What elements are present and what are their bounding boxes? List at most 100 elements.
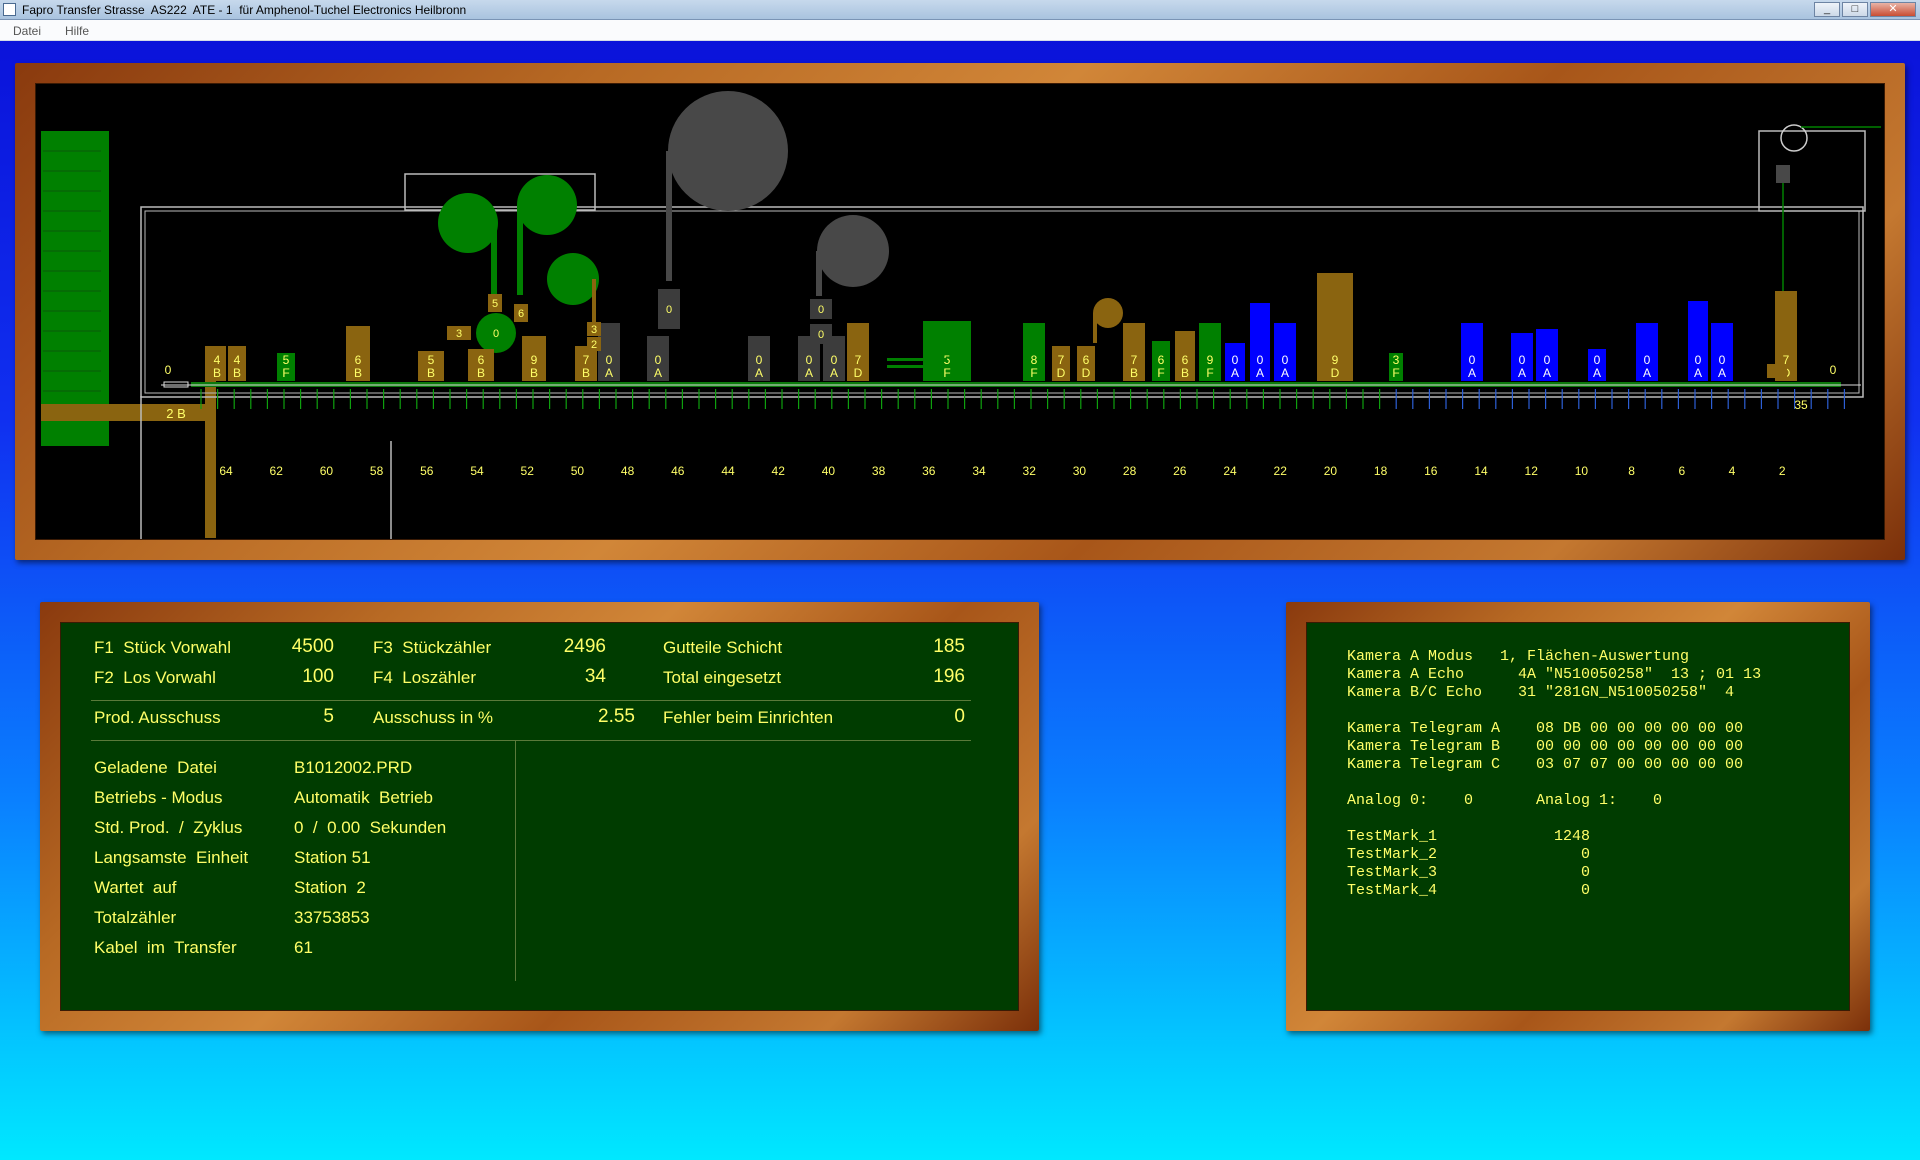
workpiece-number: 7 <box>1058 353 1065 367</box>
camera-line: TestMark_1 1248 <box>1347 828 1591 845</box>
workpiece-letter: B <box>233 366 241 380</box>
station-number: 4 <box>1729 464 1736 478</box>
station-number: 52 <box>521 464 535 478</box>
station-number: 36 <box>922 464 936 478</box>
total-eingesetzt-label: Total eingesetzt <box>663 668 782 687</box>
station-marker: 35 <box>1794 398 1808 412</box>
f4-value: 34 <box>584 666 606 687</box>
station-number: 24 <box>1223 464 1237 478</box>
left-zero-label: 0 <box>165 363 172 377</box>
station-number: 46 <box>671 464 685 478</box>
camera-line: Kamera Telegram A 08 DB 00 00 00 00 00 0… <box>1347 720 1744 737</box>
camera-panel: Kamera A Modus 1, Flächen-Auswertung Kame… <box>1306 622 1850 1011</box>
workpiece-letter: A <box>1231 366 1239 380</box>
ausschuss-value: 5 <box>323 706 334 727</box>
info-value: B1012002.PRD <box>294 758 413 777</box>
info-value: 0 / 0.00 Sekunden <box>294 818 447 837</box>
workpiece-number: 0 <box>1695 353 1702 367</box>
feed-label: 2 B <box>166 406 186 421</box>
workpiece-number: 9 <box>1207 353 1214 367</box>
menu-datei[interactable]: Datei <box>13 24 41 38</box>
workpiece-number: 5 <box>283 353 290 367</box>
info-label: Std. Prod. / Zyklus <box>94 818 243 837</box>
station-number: 10 <box>1575 464 1589 478</box>
camera-line <box>1347 810 1761 828</box>
unload-stand <box>1767 364 1787 378</box>
workpiece-number: 6 <box>355 353 362 367</box>
green-wheel <box>547 253 599 305</box>
info-label: Kabel im Transfer <box>94 938 237 957</box>
info-value: Automatik Betrieb <box>294 788 433 807</box>
lifted-part-label: 0 <box>666 304 672 316</box>
lifted-part-label: 0 <box>493 328 499 340</box>
divider-line <box>91 740 971 741</box>
workpiece-letter: B <box>530 366 538 380</box>
workpiece-letter: F <box>1206 366 1213 380</box>
lifted-part-label: 2 <box>591 339 597 351</box>
workpiece-letter: F <box>943 366 950 380</box>
workpiece-letter: A <box>1643 366 1651 380</box>
workpiece-number: 0 <box>756 353 763 367</box>
press-wheel <box>668 91 788 211</box>
gutteile-label: Gutteile Schicht <box>663 638 783 657</box>
station-number: 22 <box>1274 464 1288 478</box>
workpiece-number: 0 <box>655 353 662 367</box>
info-label: Langsamste Einheit <box>94 848 249 867</box>
ausschuss-prozent-value: 2.55 <box>598 706 635 727</box>
lifted-part-label: 0 <box>818 329 824 341</box>
workpiece-letter: A <box>1543 366 1551 380</box>
gripper-arm <box>887 358 947 361</box>
workpiece-letter: A <box>1518 366 1526 380</box>
fehler-value: 0 <box>954 706 965 727</box>
camera-status-text: Kamera A Modus 1, Flächen-Auswertung Kame… <box>1347 648 1761 900</box>
workpiece-letter: B <box>1181 366 1189 380</box>
close-button[interactable]: ✕ <box>1870 2 1916 17</box>
workpiece-number: 9 <box>531 353 538 367</box>
station-number: 30 <box>1073 464 1087 478</box>
lifted-part-label: 3 <box>456 328 462 340</box>
workpiece-number: 0 <box>1257 353 1264 367</box>
station-number: 48 <box>621 464 635 478</box>
workpiece-number: 5 <box>428 353 435 367</box>
info-value: Station 2 <box>294 878 366 897</box>
station-number: 2 <box>1779 464 1786 478</box>
workpiece-letter: B <box>427 366 435 380</box>
workpiece-letter: A <box>805 366 813 380</box>
workpiece-letter: B <box>354 366 362 380</box>
station-number: 38 <box>872 464 886 478</box>
f2-label: F2 Los Vorwahl <box>94 668 216 687</box>
workpiece-number: 0 <box>1282 353 1289 367</box>
camera-line: Kamera A Modus 1, Flächen-Auswertung <box>1347 648 1690 665</box>
maximize-button[interactable]: □ <box>1842 2 1868 17</box>
workpiece-number: 6 <box>1158 353 1165 367</box>
camera-line: TestMark_2 0 <box>1347 846 1591 863</box>
workpiece-number: 4 <box>234 353 241 367</box>
station-number: 32 <box>1023 464 1037 478</box>
workpiece-number: 0 <box>1719 353 1726 367</box>
minimize-button[interactable]: _ <box>1814 2 1840 17</box>
ausschuss-label: Prod. Ausschuss <box>94 708 221 727</box>
info-label: Totalzähler <box>94 908 177 927</box>
camera-line <box>1347 774 1761 792</box>
station-number: 44 <box>721 464 735 478</box>
workpiece-number: 8 <box>1031 353 1038 367</box>
workpiece-number: 0 <box>1469 353 1476 367</box>
schematic-drawing: 2 B0 03564 62 60 58 56 54 52 50 48 46 44 42 40 38 36 34 3… <box>41 91 1881 539</box>
menu-hilfe[interactable]: Hilfe <box>65 24 89 38</box>
lifted-part-label: 5 <box>492 298 498 310</box>
f1-value: 4500 <box>291 636 334 657</box>
workpiece-number: 4 <box>214 353 221 367</box>
workpiece-number: 0 <box>1519 353 1526 367</box>
workpiece-letter: F <box>282 366 289 380</box>
window-titlebar[interactable]: Fapro Transfer Strasse AS222 ATE - 1 für… <box>0 0 1920 20</box>
workpiece-letter: A <box>605 366 613 380</box>
workpiece-number: 0 <box>606 353 613 367</box>
workpiece-letter: A <box>1718 366 1726 380</box>
camera-line <box>1347 702 1761 720</box>
station-number: 18 <box>1374 464 1388 478</box>
schematic-frame: 2 B 0 0 35 64 62 60 58 56 54 52 50 48 46 44 42 40 38 36 34 3… <box>15 63 1905 560</box>
brown-rod <box>1093 313 1097 343</box>
camera-line: TestMark_3 0 <box>1347 864 1591 881</box>
camera-line: Kamera Telegram B 00 00 00 00 00 00 00 0… <box>1347 738 1744 755</box>
gutteile-value: 185 <box>933 636 965 657</box>
